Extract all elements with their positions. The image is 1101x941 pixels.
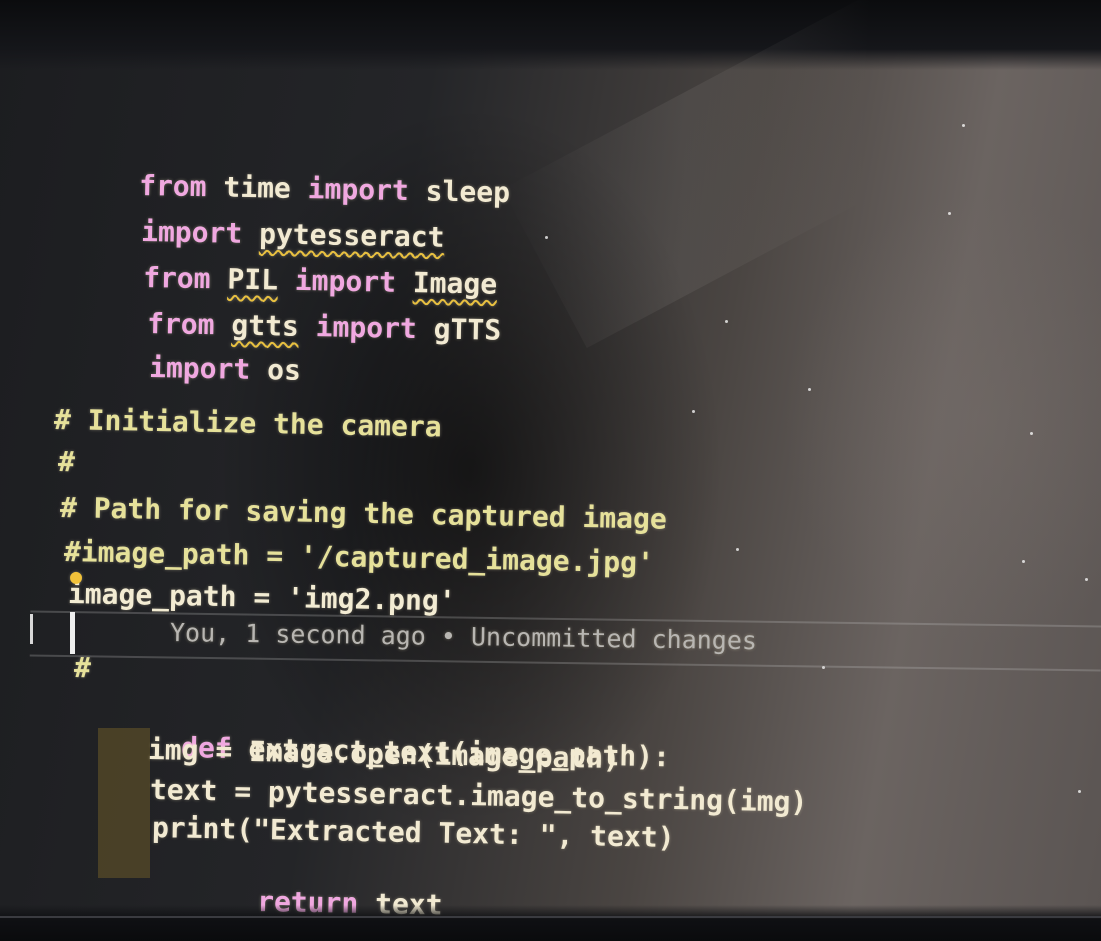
text-cursor (70, 612, 75, 654)
photographed-monitor: from time import sleep import pytesserac… (0, 0, 1101, 941)
indent-guide (98, 728, 150, 878)
comment-path: # Path for saving the captured image (59, 491, 668, 536)
monitor-bezel-bottom (0, 905, 1101, 941)
keyword: import (315, 310, 418, 346)
status-bar-edge (0, 916, 1101, 918)
lightbulb-icon[interactable]: ● (70, 566, 90, 586)
comment-hash: # (57, 445, 76, 479)
module-name: os (266, 353, 302, 387)
keyword: import (148, 350, 251, 386)
comment-image-path: #image_path = '/captured_image.jpg' (63, 535, 655, 580)
comment-initialize-camera: # Initialize the camera (53, 403, 442, 444)
gutter-change-marker[interactable] (30, 614, 33, 644)
import-name: gTTS (433, 312, 502, 347)
comment-hash: # (73, 651, 92, 685)
code-editor[interactable]: from time import sleep import pytesserac… (0, 0, 1101, 941)
